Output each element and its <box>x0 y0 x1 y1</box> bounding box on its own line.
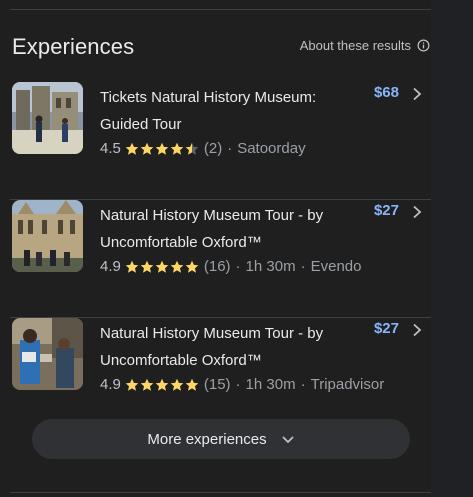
star-icon <box>185 142 199 155</box>
star-icon <box>155 378 169 391</box>
chevron-right-icon[interactable] <box>411 205 423 219</box>
section-title: Experiences <box>12 34 135 59</box>
experience-duration: 1h 30m <box>245 258 296 275</box>
experience-thumbnail <box>12 82 83 154</box>
experience-meta: 4.9 (15) · 1h 30m · Tripadvisor <box>100 376 384 393</box>
star-icon <box>170 378 184 391</box>
star-icon <box>140 378 154 391</box>
info-icon[interactable] <box>417 39 430 52</box>
chevron-down-icon <box>281 436 294 444</box>
experience-meta: 4.5 (2) · Satoorday <box>100 140 306 157</box>
experiences-header: Experiences About these results <box>12 30 432 66</box>
star-rating <box>125 142 199 156</box>
experience-item[interactable]: Tickets Natural History Museum: Guided T… <box>10 82 431 200</box>
chevron-right-icon[interactable] <box>411 323 423 337</box>
experience-price: $68 <box>373 84 399 101</box>
experience-name: Natural History Museum Tour - by Uncomfo… <box>100 325 324 369</box>
star-icon <box>140 260 154 273</box>
star-icon <box>125 378 139 391</box>
rating-value: 4.5 <box>100 140 121 157</box>
experience-price: $27 <box>373 320 399 337</box>
experience-duration: 1h 30m <box>245 376 296 393</box>
star-icon <box>185 378 199 391</box>
star-rating <box>125 378 199 392</box>
star-icon <box>170 260 184 273</box>
meta-separator: · <box>235 258 241 275</box>
experience-source: Satoorday <box>237 140 306 157</box>
star-rating <box>125 260 199 274</box>
experience-item[interactable]: Natural History Museum Tour - by Uncomfo… <box>10 200 431 318</box>
meta-separator: · <box>227 140 233 157</box>
about-results-link[interactable]: About these results <box>300 38 430 53</box>
experience-name: Natural History Museum Tour - by Uncomfo… <box>100 207 324 251</box>
rating-value: 4.9 <box>100 258 121 275</box>
review-count: (2) <box>203 140 223 157</box>
meta-separator: · <box>300 258 306 275</box>
experience-source: Evendo <box>310 258 362 275</box>
meta-separator: · <box>300 376 306 393</box>
bottom-divider <box>10 492 431 493</box>
review-count: (16) <box>203 258 231 275</box>
star-icon <box>125 142 139 155</box>
star-icon <box>125 260 139 273</box>
experience-thumbnail <box>12 318 83 390</box>
experience-meta: 4.9 (16) · 1h 30m · Evendo <box>100 258 361 275</box>
meta-separator: · <box>235 376 241 393</box>
about-results-label: About these results <box>299 38 411 53</box>
star-icon <box>185 260 199 273</box>
star-icon <box>155 142 169 155</box>
more-experiences-button[interactable]: More experiences <box>32 419 410 459</box>
rating-value: 4.9 <box>100 376 121 393</box>
star-icon <box>170 142 184 155</box>
experience-price: $27 <box>373 202 399 219</box>
star-icon <box>155 260 169 273</box>
experience-source: Tripadvisor <box>310 376 385 393</box>
review-count: (15) <box>203 376 231 393</box>
experience-thumbnail <box>12 200 83 272</box>
chevron-right-icon[interactable] <box>411 87 423 101</box>
more-experiences-label: More experiences <box>147 430 267 448</box>
experience-name: Tickets Natural History Museum: Guided T… <box>100 89 317 133</box>
right-edge-strip <box>431 0 473 497</box>
experiences-panel: Experiences About these results Tickets … <box>0 0 473 497</box>
star-icon <box>140 142 154 155</box>
top-divider <box>10 9 431 10</box>
